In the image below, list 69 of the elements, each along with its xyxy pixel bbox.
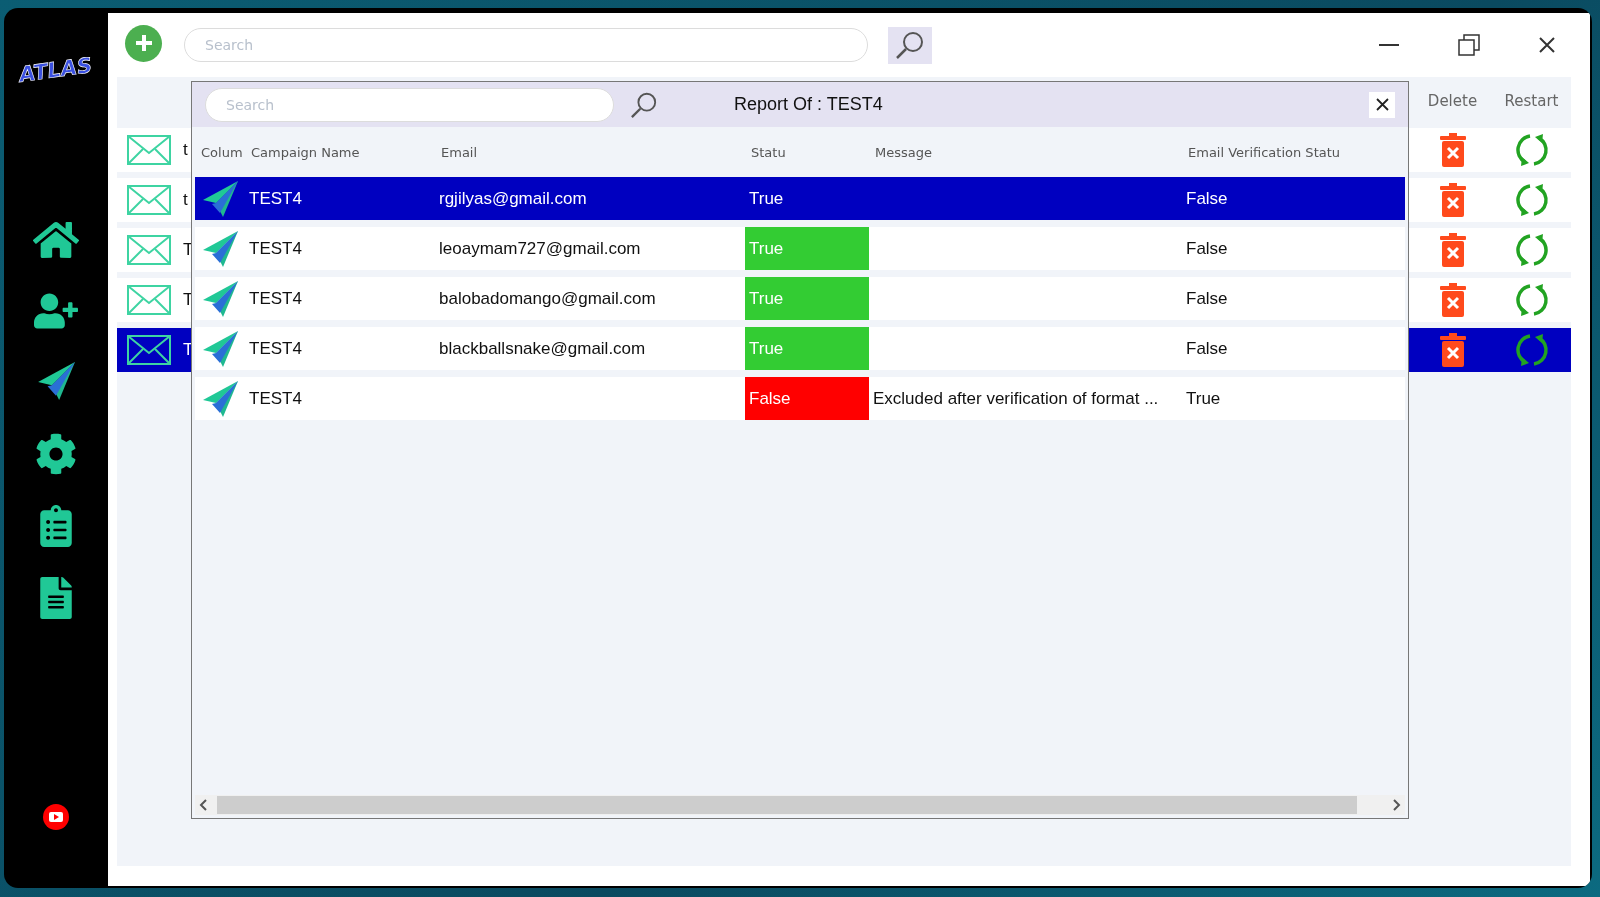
table-cell-text: TEST4 — [248, 337, 303, 360]
search-icon[interactable] — [630, 90, 658, 119]
column-header: Colum — [200, 144, 244, 160]
table-cell-text: TEST4 — [248, 237, 303, 260]
report-row[interactable]: TEST4 leoaymam727@gmail.com True False — [195, 227, 1405, 270]
restore-icon — [1458, 34, 1480, 56]
status-cell: False — [745, 377, 869, 420]
envelope-icon — [127, 185, 171, 215]
report-row[interactable]: TEST4 balobadomango@gmail.com True False — [195, 277, 1405, 320]
add-button[interactable] — [125, 24, 162, 62]
search-button[interactable] — [888, 26, 932, 64]
envelope-icon — [127, 285, 171, 315]
search-field[interactable]: Search — [184, 28, 868, 62]
envelope-icon — [127, 335, 171, 365]
paper-plane-icon — [201, 179, 239, 218]
column-header: Campaign Name — [250, 144, 361, 160]
plus-icon — [133, 33, 154, 53]
table-cell-text: False — [1185, 187, 1229, 210]
refresh-icon[interactable] — [1514, 333, 1549, 367]
campaign-name: t — [183, 190, 188, 210]
app-logo: ATLAS — [18, 53, 94, 87]
column-header: Email Verification Statu — [1187, 144, 1342, 160]
paper-plane-icon[interactable] — [36, 361, 76, 401]
table-cell-text: leoaymam727@gmail.com — [438, 237, 642, 260]
refresh-icon[interactable] — [1514, 183, 1549, 217]
search-icon — [895, 30, 925, 60]
minimize-icon — [1379, 43, 1399, 47]
video-play-icon[interactable] — [43, 804, 69, 830]
close-button[interactable] — [1369, 91, 1395, 118]
trash-icon[interactable] — [1439, 333, 1466, 367]
table-cell-text: False — [1185, 337, 1229, 360]
report-row[interactable]: TEST4 False Excluded after verification of format ... True — [195, 377, 1405, 420]
table-cell-text: False — [1185, 237, 1229, 260]
table-cell-text: TEST4 — [248, 287, 303, 310]
envelope-icon — [127, 235, 171, 265]
campaign-name: t — [183, 140, 188, 160]
column-header: Delete — [1426, 92, 1479, 110]
column-header: Message — [874, 144, 933, 160]
table-cell-text: True — [1185, 387, 1222, 410]
table-cell-text: rgjilyas@gmail.com — [438, 187, 588, 210]
dialog-title: Report Of : TEST4 — [734, 94, 883, 115]
close-icon — [1539, 37, 1555, 53]
paper-plane-icon — [201, 329, 239, 368]
status-cell: True — [745, 227, 869, 270]
paper-plane-icon — [201, 229, 239, 268]
refresh-icon[interactable] — [1514, 283, 1549, 317]
table-cell-text: balobadomango@gmail.com — [438, 287, 657, 310]
column-header: Email — [440, 144, 479, 160]
table-cell-text: TEST4 — [248, 187, 303, 210]
horizontal-scrollbar[interactable] — [195, 795, 1405, 815]
table-cell-text: blackballsnake@gmail.com — [438, 337, 647, 360]
report-row[interactable]: TEST4 blackballsnake@gmail.com True False — [195, 327, 1405, 370]
search-field[interactable]: Search — [205, 87, 614, 122]
table-cell-text: TEST4 — [248, 387, 303, 410]
table-cell-text: False — [1185, 287, 1229, 310]
close-icon — [1375, 98, 1389, 111]
status-cell: True — [745, 327, 869, 370]
paper-plane-icon — [201, 379, 239, 418]
column-header: Restart — [1503, 92, 1560, 110]
paper-plane-icon — [201, 279, 239, 318]
gear-icon[interactable] — [35, 433, 77, 475]
refresh-icon[interactable] — [1514, 133, 1549, 167]
column-header: Statu — [750, 144, 787, 160]
table-cell-text: Excluded after verification of format ... — [872, 387, 1160, 410]
status-cell: True — [745, 277, 869, 320]
refresh-icon[interactable] — [1514, 233, 1549, 267]
report-row[interactable]: TEST4 rgjilyas@gmail.com True False — [195, 177, 1405, 220]
envelope-icon — [127, 135, 171, 165]
status-cell-text: True — [748, 187, 785, 210]
